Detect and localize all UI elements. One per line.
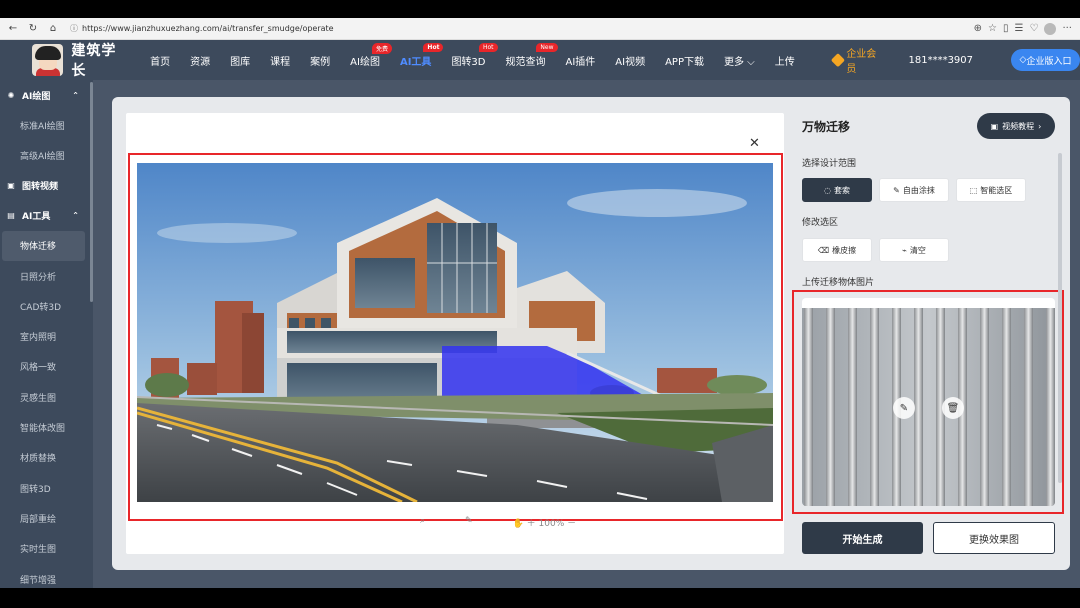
chevron-down-icon: ⌵ <box>744 56 755 68</box>
lasso-icon: ◌ <box>824 185 831 195</box>
letterbox-bottom <box>0 588 1080 608</box>
home-icon[interactable]: ⌂ <box>46 22 60 36</box>
chevron-up-icon: ⌃ <box>72 90 79 100</box>
new-badge: New <box>536 42 558 52</box>
upload-label: 上传迁移物体图片 <box>802 278 875 288</box>
site-info-icon[interactable]: ⓘ <box>70 23 78 34</box>
favorite-star-icon[interactable]: ☆ <box>988 23 997 34</box>
video-icon: ▣ <box>990 121 999 131</box>
browser-toolbar: ← ↻ ⌂ ⓘ https://www.jianzhuxuezhang.com/… <box>0 18 1080 40</box>
main-nav: 首页 资源 图库 课程 案例 AI绘图 免费 AI工具 Hot 图转3D Hot 规范… <box>150 42 815 68</box>
site-header: 建筑学长 首页 资源 图库 课程 案例 AI绘图 免费 AI工具 Hot 图转3D H… <box>0 40 1080 80</box>
chevron-right-icon: › <box>1038 121 1042 131</box>
sidebar-item-realtime[interactable]: 实时生图 <box>0 534 93 564</box>
nav-ai-tools[interactable]: AI工具 Hot <box>400 42 444 68</box>
brand-name[interactable]: 建筑学长 <box>71 40 130 80</box>
sidebar-group-ai-tools[interactable]: ▤ AI工具 ⌃ <box>0 201 93 231</box>
sidebar-item-object-transfer[interactable]: 物体迁移 <box>2 230 85 261</box>
nav-cases[interactable]: 案例 <box>310 53 330 68</box>
lasso-button[interactable]: ◌ 套索 <box>802 178 872 202</box>
enterprise-entry-button[interactable]: ◇ 企业版入口 <box>1011 49 1080 71</box>
nav-upload[interactable]: 上传 <box>775 53 795 68</box>
sidebar-item-image-3d[interactable]: 图转3D <box>0 473 93 503</box>
sidebar-item-cad-3d[interactable]: CAD转3D <box>0 291 93 321</box>
start-generate-button[interactable]: 开始生成 <box>802 522 923 554</box>
clear-button[interactable]: ⌁ 清空 <box>879 238 949 262</box>
range-label: 选择设计范围 <box>802 159 857 169</box>
video-icon: ▣ <box>7 181 15 191</box>
close-icon[interactable]: ✕ <box>749 136 760 151</box>
highlight-frame-upload <box>792 290 1064 514</box>
panel-scrollbar[interactable] <box>1058 153 1062 483</box>
toolbox-icon: ▤ <box>7 211 15 221</box>
smart-select-button[interactable]: ⬚ 智能选区 <box>956 178 1026 202</box>
eraser-icon: ⌫ <box>817 245 830 255</box>
heart-icon[interactable]: ♡ <box>1029 23 1038 34</box>
palette-icon: ✺ <box>7 90 15 100</box>
nav-ai-drawing[interactable]: AI绘图 免费 <box>350 42 392 68</box>
address-bar[interactable]: ⓘ https://www.jianzhuxuezhang.com/ai/tra… <box>70 21 974 37</box>
nav-image-to-3d[interactable]: 图转3D Hot <box>451 42 498 68</box>
menu-dots-icon[interactable]: ··· <box>1062 23 1072 34</box>
profile-avatar[interactable] <box>1044 22 1057 35</box>
nav-home[interactable]: 首页 <box>150 53 170 68</box>
split-icon[interactable]: ▯ <box>1003 23 1009 34</box>
swap-result-button[interactable]: 更换效果图 <box>933 522 1055 554</box>
sidebar-item-style-consistency[interactable]: 风格一致 <box>0 352 93 382</box>
sidebar-item-sunlight[interactable]: 日照分析 <box>0 261 93 291</box>
collections-icon[interactable]: ☰ <box>1015 23 1024 34</box>
nav-gallery[interactable]: 图库 <box>230 53 250 68</box>
enterprise-vip-link[interactable]: 企业会员 <box>830 45 885 75</box>
sidebar-item-indoor-lighting[interactable]: 室内照明 <box>0 321 93 351</box>
sidebar-item-standard-ai[interactable]: 标准AI绘图 <box>0 110 93 140</box>
hand-tool-icon[interactable]: ✋ ＋ 100% － <box>513 516 577 529</box>
url-text: https://www.jianzhuxuezhang.com/ai/trans… <box>82 24 334 33</box>
pencil-icon: ✎ <box>893 185 900 195</box>
modify-label: 修改选区 <box>802 218 839 228</box>
broom-icon: ⌁ <box>902 245 907 255</box>
zoom-icon[interactable]: ⊕ <box>974 23 982 34</box>
sidebar: ✺ AI绘图 ⌃ 标准AI绘图 高级AI绘图 ▣ 图转视频 ▤ AI工具 ⌃ 物体迁移 日… <box>0 80 93 588</box>
sidebar-item-inpaint[interactable]: 局部重绘 <box>0 503 93 533</box>
sidebar-item-inspiration[interactable]: 灵感生图 <box>0 382 93 412</box>
nav-courses[interactable]: 课程 <box>270 53 290 68</box>
sidebar-item-advanced-ai[interactable]: 高级AI绘图 <box>0 140 93 170</box>
back-icon[interactable]: ← <box>6 22 20 36</box>
sidebar-item-agent-edit[interactable]: 智能体改图 <box>0 412 93 442</box>
nav-code-search[interactable]: 规范查询 New <box>506 42 558 68</box>
hot-badge: Hot <box>478 42 498 52</box>
brush-tool-icon[interactable]: ✎ <box>465 516 473 529</box>
sidebar-group-image-to-video[interactable]: ▣ 图转视频 <box>0 171 93 201</box>
nav-resources[interactable]: 资源 <box>190 53 210 68</box>
sidebar-group-ai-drawing[interactable]: ✺ AI绘图 ⌃ <box>0 80 93 110</box>
panel-title: 万物迁移 <box>802 120 851 134</box>
diamond-icon: ◇ <box>1019 55 1027 65</box>
hot-badge: Hot <box>423 42 444 52</box>
canvas-toolbar: ⌕ ✎ ✋ ＋ 100% － <box>420 516 576 529</box>
nav-app-download[interactable]: APP下载 <box>665 53 704 68</box>
video-tutorial-button[interactable]: ▣ 视频教程 › <box>977 113 1055 139</box>
nav-more[interactable]: 更多 ⌵ <box>724 53 755 68</box>
chevron-up-icon: ⌃ <box>72 211 79 221</box>
select-box-icon: ⬚ <box>969 185 978 195</box>
free-paint-button[interactable]: ✎ 自由涂抹 <box>879 178 949 202</box>
free-badge: 免费 <box>371 42 392 54</box>
reload-icon[interactable]: ↻ <box>26 22 40 36</box>
lasso-tool-icon[interactable]: ⌕ <box>420 516 425 529</box>
user-phone[interactable]: 181****3907 <box>908 55 973 66</box>
nav-ai-plugins[interactable]: AI插件 <box>566 53 596 68</box>
highlight-frame-canvas <box>128 153 783 521</box>
sidebar-item-material[interactable]: 材质替换 <box>0 443 93 473</box>
screen: ← ↻ ⌂ ⓘ https://www.jianzhuxuezhang.com/… <box>0 0 1080 608</box>
logo-avatar[interactable] <box>32 44 64 76</box>
diamond-icon <box>830 53 845 67</box>
eraser-button[interactable]: ⌫ 橡皮擦 <box>802 238 872 262</box>
nav-ai-video[interactable]: AI视频 <box>615 53 645 68</box>
